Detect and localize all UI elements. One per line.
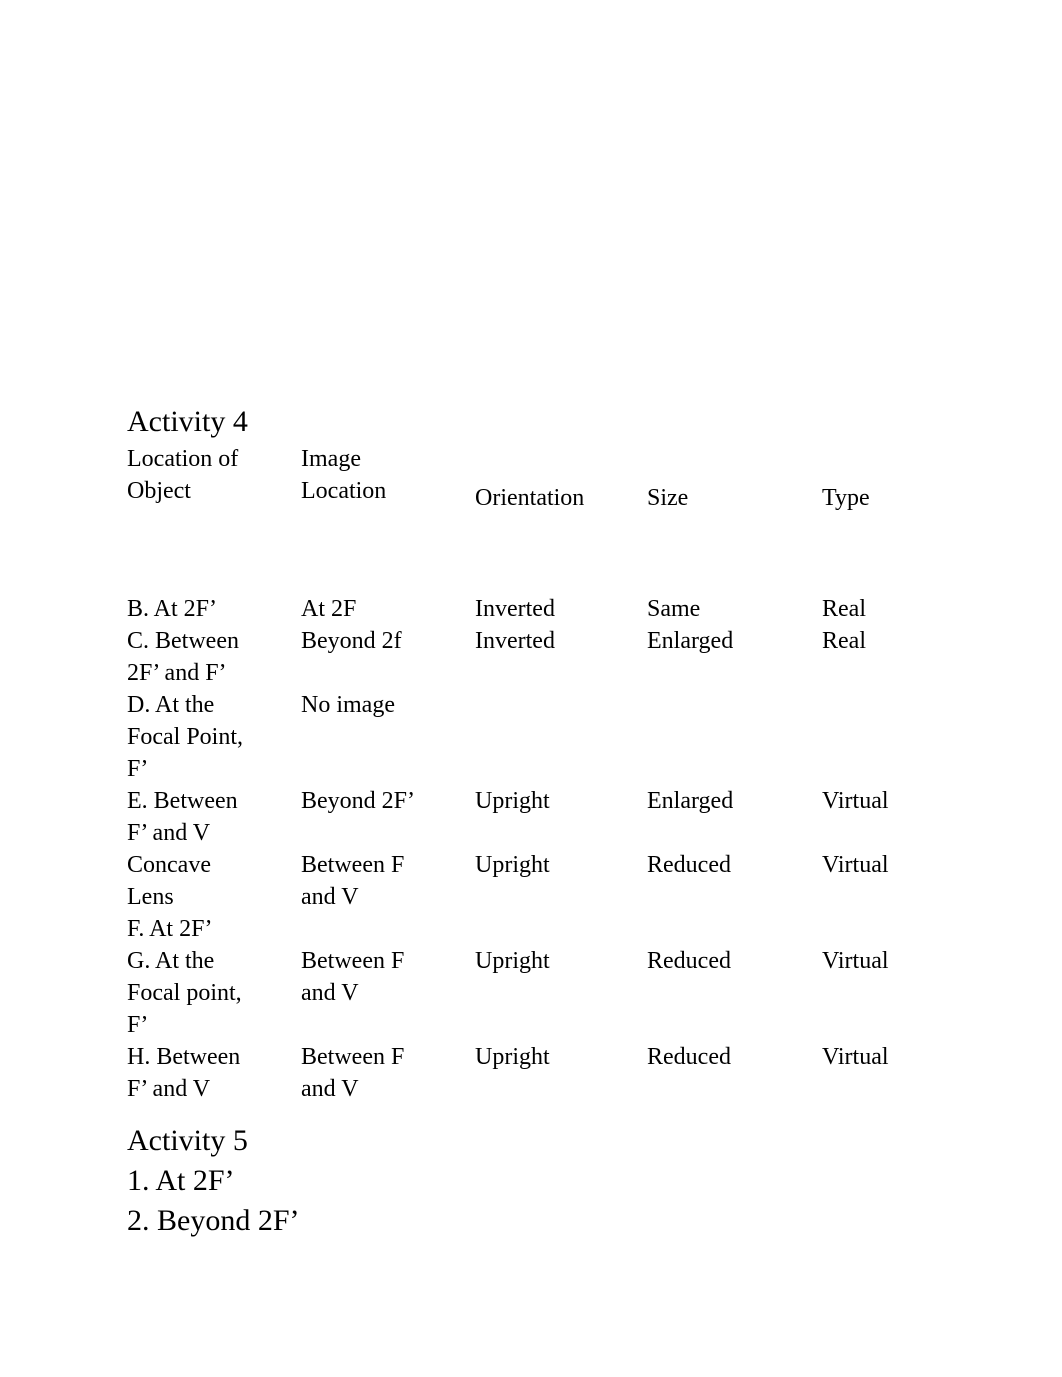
cell-line: No image [301, 692, 395, 718]
cell-type: Real [822, 596, 866, 622]
cell-line: Focal Point, [127, 724, 244, 750]
cell-line: F’ and V [127, 820, 211, 846]
activity-5-section: Activity 5 1. At 2F’ 2. Beyond 2F’ [127, 1121, 827, 1241]
activity-4-section: Activity 4 Location of Object Image Loca… [127, 403, 1027, 1105]
header-object-location-line-2: Object [127, 478, 191, 504]
spacer-cell-2 [301, 554, 475, 593]
header-object-location: Location of Object [127, 443, 301, 554]
cell-line: and V [301, 980, 359, 1006]
cell-image-location: No image [301, 689, 475, 785]
cell-size: Enlarged [647, 788, 734, 814]
table-row: B. At 2F’ At 2F Inverted Same Real [127, 593, 1002, 625]
header-image-location-label: Location [301, 478, 387, 504]
table-body: Location of Object Image Location Orient… [127, 443, 1002, 1105]
cell-line: and V [301, 1076, 359, 1102]
cell-type: Virtual [822, 1044, 889, 1070]
cell-line: F’ [127, 756, 149, 782]
activity-4-heading: Activity 4 [127, 405, 248, 438]
table-row: G. At the Focal point, F’ Between F and V U… [127, 945, 1002, 1041]
table-header-row: Location of Object Image Location Orient… [127, 443, 1002, 554]
cell-type [822, 689, 1002, 785]
cell-line: H. Between [127, 1044, 241, 1070]
cell-line: G. At the [127, 948, 215, 974]
cell-image-location: Beyond 2f [301, 625, 475, 689]
cell-size: Enlarged [647, 628, 734, 654]
cell-line: F’ [127, 1012, 149, 1038]
cell-image-location: At 2F [301, 593, 475, 625]
cell-line: and V [301, 884, 359, 910]
cell-size: Reduced [647, 852, 731, 878]
cell-image-location: Beyond 2F’ [301, 785, 475, 849]
header-size: Size [647, 485, 689, 511]
cell-line: Focal point, [127, 980, 242, 1006]
activity-5-heading: Activity 5 [127, 1124, 248, 1157]
cell-type: Virtual [822, 852, 889, 878]
cell-image-location: Between F and V [301, 1041, 475, 1105]
cell-image-location: Between F and V [301, 849, 475, 945]
cell-line: Between F [301, 948, 405, 974]
cell-object-location: Concave Lens F. At 2F’ [127, 849, 301, 945]
header-object-location-line-1: Location of [127, 446, 239, 472]
cell-object-location: B. At 2F’ [127, 593, 301, 625]
header-image-group-label: Image [301, 446, 361, 472]
table-row: Concave Lens F. At 2F’ Between F and V Upri… [127, 849, 1002, 945]
table-row: D. At the Focal Point, F’ No image [127, 689, 1002, 785]
cell-line: Between F [301, 1044, 405, 1070]
cell-type: Virtual [822, 948, 889, 974]
cell-line: Lens [127, 884, 174, 910]
cell-orientation: Upright [475, 1044, 550, 1070]
lens-image-table: Location of Object Image Location Orient… [127, 443, 1002, 1105]
cell-object-location: G. At the Focal point, F’ [127, 945, 301, 1041]
cell-size [647, 689, 822, 785]
activity-5-item-1: 1. At 2F’ [127, 1164, 235, 1197]
activity-5-item-2: 2. Beyond 2F’ [127, 1204, 300, 1237]
cell-orientation [475, 689, 647, 785]
cell-size: Same [647, 596, 701, 622]
table-row: E. Between F’ and V Beyond 2F’ Upright En… [127, 785, 1002, 849]
cell-orientation: Inverted [475, 628, 555, 654]
cell-orientation: Inverted [475, 596, 555, 622]
cell-object-location: H. Between F’ and V [127, 1041, 301, 1105]
cell-size: Reduced [647, 1044, 731, 1070]
cell-type: Virtual [822, 788, 889, 814]
document-page: Activity 4 Location of Object Image Loca… [0, 0, 1062, 1377]
cell-line: E. Between [127, 788, 238, 814]
cell-line: Concave [127, 852, 211, 878]
cell-line: Beyond 2F’ [301, 788, 415, 814]
cell-type: Real [822, 628, 866, 654]
spacer-cell-1 [127, 554, 301, 593]
cell-line: At 2F [301, 596, 357, 622]
header-image-location: Image Location [301, 443, 475, 554]
table-spacer-row [127, 554, 1002, 593]
spacer-cell-3 [475, 554, 647, 593]
cell-image-location: Between F and V [301, 945, 475, 1041]
cell-object-location: E. Between F’ and V [127, 785, 301, 849]
table-row: C. Between 2F’ and F’ Beyond 2f Inverted … [127, 625, 1002, 689]
header-type: Type [822, 485, 870, 511]
spacer-cell-4 [647, 554, 822, 593]
cell-line: D. At the [127, 692, 215, 718]
table-row: H. Between F’ and V Between F and V Uprigh… [127, 1041, 1002, 1105]
cell-line: Beyond 2f [301, 628, 402, 654]
cell-object-location: C. Between 2F’ and F’ [127, 625, 301, 689]
cell-size: Reduced [647, 948, 731, 974]
spacer-cell-5 [822, 554, 1002, 593]
cell-line: 2F’ and F’ [127, 660, 227, 686]
cell-object-location: D. At the Focal Point, F’ [127, 689, 301, 785]
cell-line: F. At 2F’ [127, 916, 213, 942]
cell-line: B. At 2F’ [127, 596, 218, 622]
cell-line: Between F [301, 852, 405, 878]
cell-line: C. Between [127, 628, 239, 654]
cell-orientation: Upright [475, 948, 550, 974]
cell-orientation: Upright [475, 852, 550, 878]
cell-orientation: Upright [475, 788, 550, 814]
header-orientation: Orientation [475, 485, 585, 511]
cell-line: F’ and V [127, 1076, 211, 1102]
